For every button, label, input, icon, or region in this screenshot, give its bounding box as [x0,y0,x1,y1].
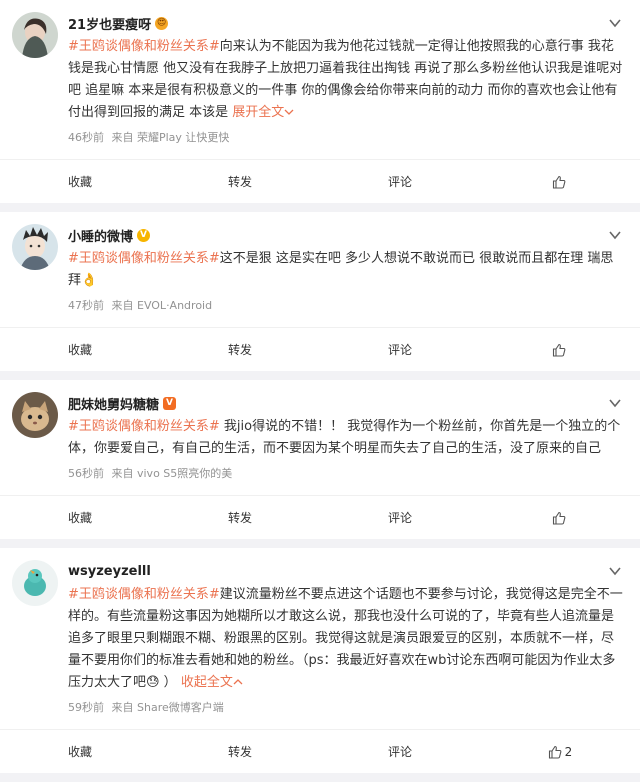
post-time: 46秒前 [68,131,104,144]
post-source: 来自 vivo S5照亮你的美 [111,467,233,480]
username[interactable]: 肥妹她舅妈糖糖 [68,394,159,413]
topic-link[interactable]: #王鸥谈偶像和粉丝关系# [68,587,220,602]
post-meta: 59秒前 来自 Share微博客户端 [68,699,624,715]
post-meta: 47秒前 来自 EVOL·Android [68,297,624,313]
post-time: 56秒前 [68,467,104,480]
like-button[interactable] [480,160,640,203]
username[interactable]: wsyzeyzelll [68,564,151,579]
action-bar: 收藏 转发 评论 [0,495,640,539]
thumbs-up-icon [552,175,565,189]
post-time: 59秒前 [68,701,104,714]
favorite-button[interactable]: 收藏 [0,328,160,371]
favorite-button[interactable]: 收藏 [0,730,160,773]
chevron-up-icon [233,679,243,685]
thumbs-up-icon [548,745,562,759]
post-content: #王鸥谈偶像和粉丝关系# 我jio得说的不错！！ 我觉得作为一个粉丝前，你首先是… [68,416,624,460]
action-bar: 收藏 转发 评论 2 [0,729,640,773]
avatar[interactable] [12,560,58,606]
post-source: 来自 Share微博客户端 [111,701,224,714]
chevron-down-icon[interactable] [608,16,622,30]
post-source: 来自 荣耀Play 让快更快 [111,131,230,144]
post-time: 47秒前 [68,299,104,312]
avatar[interactable] [12,392,58,438]
post-card: 小睡的微博 V #王鸥谈偶像和粉丝关系#这不是狠 这是实在吧 多少人想说不敢说而… [0,212,640,371]
action-bar: 收藏 转发 评论 [0,159,640,203]
repost-button[interactable]: 转发 [160,496,320,539]
action-bar: 收藏 转发 评论 [0,327,640,371]
verified-badge: V [137,228,151,242]
post-card: 21岁也要瘦呀 😍 #王鸥谈偶像和粉丝关系#向来认为不能因为我为他花过钱就一定得… [0,0,640,203]
repost-button[interactable]: 转发 [160,730,320,773]
chevron-down-icon [284,109,294,115]
post-meta: 56秒前 来自 vivo S5照亮你的美 [68,465,624,481]
post-meta: 46秒前 来自 荣耀Play 让快更快 [68,129,624,145]
like-count: 2 [564,744,573,759]
username[interactable]: 小睡的微博 [68,226,133,245]
avatar[interactable] [12,224,58,270]
post-text: 建议流量粉丝不要点进这个话题也不要参与讨论，我觉得这是完全不一样的。有些流量粉这… [68,587,623,690]
comment-button[interactable]: 评论 [320,328,480,371]
post-source: 来自 EVOL·Android [111,299,213,312]
repost-button[interactable]: 转发 [160,328,320,371]
expand-link[interactable]: 展开全文 [232,105,284,120]
repost-button[interactable]: 转发 [160,160,320,203]
post-card: wsyzeyzelll #王鸥谈偶像和粉丝关系#建议流量粉丝不要点进这个话题也不… [0,548,640,773]
verified-badge: V [163,396,177,410]
avatar[interactable] [12,12,58,58]
post-card: 肥妹她舅妈糖糖 V #王鸥谈偶像和粉丝关系# 我jio得说的不错！！ 我觉得作为… [0,380,640,539]
collapse-link[interactable]: 收起全文 [181,675,233,690]
favorite-button[interactable]: 收藏 [0,496,160,539]
thumbs-up-icon [552,511,565,525]
topic-link[interactable]: #王鸥谈偶像和粉丝关系# [68,39,220,54]
favorite-button[interactable]: 收藏 [0,160,160,203]
topic-link[interactable]: #王鸥谈偶像和粉丝关系# [68,251,220,266]
chevron-down-icon[interactable] [608,564,622,578]
like-button[interactable] [480,496,640,539]
like-button[interactable] [480,328,640,371]
comment-button[interactable]: 评论 [320,730,480,773]
post-content: #王鸥谈偶像和粉丝关系#建议流量粉丝不要点进这个话题也不要参与讨论，我觉得这是完… [68,584,624,694]
comment-button[interactable]: 评论 [320,496,480,539]
comment-button[interactable]: 评论 [320,160,480,203]
post-content: #王鸥谈偶像和粉丝关系#这不是狠 这是实在吧 多少人想说不敢说而已 很敢说而且都… [68,248,624,292]
chevron-down-icon[interactable] [608,228,622,242]
topic-link[interactable]: #王鸥谈偶像和粉丝关系# [68,419,220,434]
weibo-feed: 21岁也要瘦呀 😍 #王鸥谈偶像和粉丝关系#向来认为不能因为我为他花过钱就一定得… [0,0,640,773]
like-button[interactable]: 2 [480,730,640,773]
username[interactable]: 21岁也要瘦呀 [68,14,151,33]
chevron-down-icon[interactable] [608,396,622,410]
emoji-badge: 😍 [155,16,169,30]
thumbs-up-icon [552,343,565,357]
post-content: #王鸥谈偶像和粉丝关系#向来认为不能因为我为他花过钱就一定得让他按照我的心意行事… [68,36,624,124]
